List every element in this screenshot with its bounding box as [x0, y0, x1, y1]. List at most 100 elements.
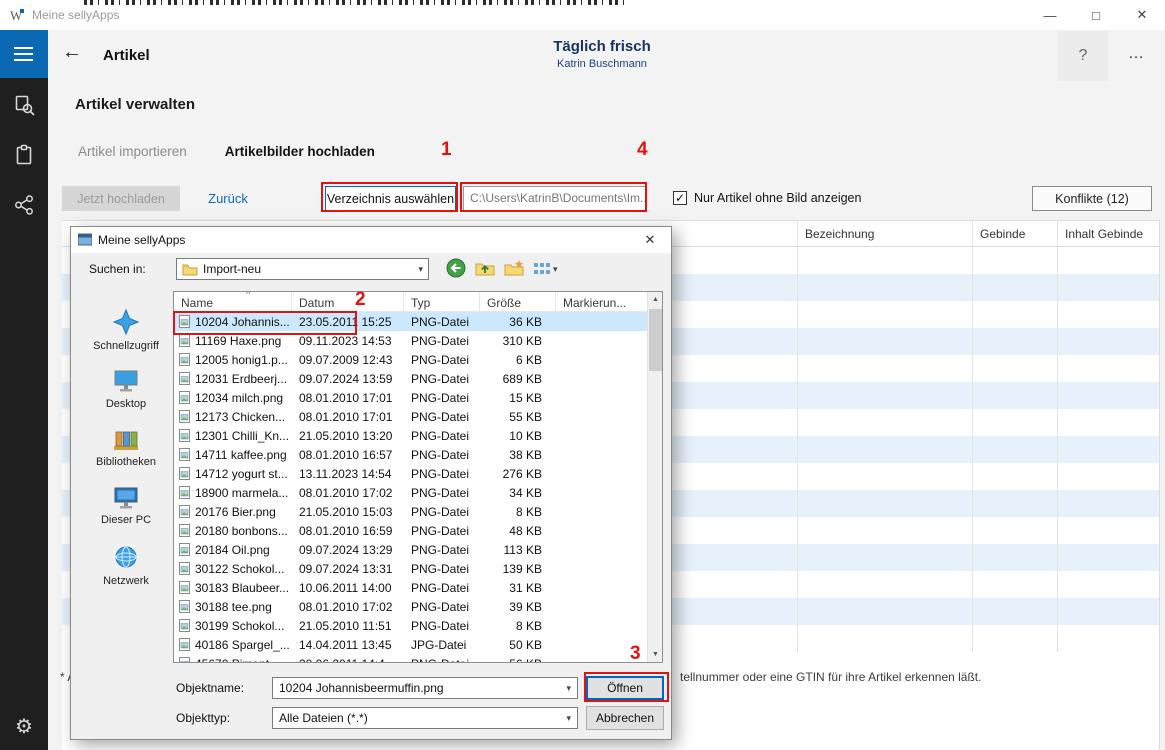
- file-row[interactable]: 40186 Spargel_... 14.04.2011 13:45 JPG-D…: [174, 635, 647, 654]
- file-column-datum[interactable]: Datum: [292, 292, 404, 311]
- file-name: 12173 Chicken...: [195, 410, 285, 424]
- file-column-markierung[interactable]: Markierun...: [556, 292, 647, 311]
- back-circle-icon: [446, 258, 466, 278]
- file-row[interactable]: 12031 Erdbeerj... 09.07.2024 13:59 PNG-D…: [174, 369, 647, 388]
- place-netzwerk[interactable]: Netzwerk: [103, 542, 149, 587]
- file-row[interactable]: 20176 Bier.png 21.05.2010 15:03 PNG-Date…: [174, 502, 647, 521]
- image-file-icon: [178, 352, 191, 367]
- go-back-button[interactable]: [446, 258, 466, 281]
- file-date: 09.11.2023 14:53: [292, 334, 404, 348]
- app-icon: W: [9, 7, 25, 23]
- file-row[interactable]: 11169 Haxe.png 09.11.2023 14:53 PNG-Date…: [174, 331, 647, 350]
- column-divider: [797, 221, 798, 652]
- annotation-number-4: 4: [637, 139, 648, 161]
- scroll-up-icon[interactable]: ▲: [648, 292, 663, 307]
- file-row[interactable]: 14712 yogurt st... 13.11.2023 14:54 PNG-…: [174, 464, 647, 483]
- scrollbar-thumb[interactable]: [649, 309, 662, 371]
- file-row[interactable]: 30188 tee.png 08.01.2010 17:02 PNG-Datei…: [174, 597, 647, 616]
- place-schnellzugriff[interactable]: Schnellzugriff: [93, 307, 159, 352]
- objektname-input[interactable]: 10204 Johannisbeermuffin.png ▾: [272, 677, 578, 699]
- file-list-scrollbar[interactable]: ▲ ▼: [647, 292, 662, 662]
- file-name: 18900 marmela...: [195, 486, 288, 500]
- search-icon: [13, 94, 36, 117]
- settings-button[interactable]: ⚙: [0, 706, 48, 746]
- hamburger-icon: [14, 46, 34, 62]
- objekttyp-select[interactable]: Alle Dateien (*.*) ▾: [272, 707, 578, 729]
- up-one-level-button[interactable]: [475, 259, 495, 279]
- file-row[interactable]: 12173 Chicken... 08.01.2010 17:01 PNG-Da…: [174, 407, 647, 426]
- file-row[interactable]: 45670 Piment... 20.06.2011 14:4... PNG-D…: [174, 654, 647, 662]
- file-column-typ[interactable]: Typ: [404, 292, 480, 311]
- place-desktop[interactable]: Desktop: [106, 368, 146, 410]
- file-type: PNG-Datei: [404, 524, 480, 538]
- file-date: 08.01.2010 17:01: [292, 391, 404, 405]
- file-row[interactable]: 10204 Johannis... 23.05.2011 15:25 PNG-D…: [174, 312, 647, 331]
- column-header-gebinde[interactable]: Gebinde: [980, 227, 1025, 241]
- file-date: 14.04.2011 13:45: [292, 638, 404, 652]
- views-menu-button[interactable]: ▾: [533, 262, 558, 276]
- file-row[interactable]: 30199 Schokol... 21.05.2010 11:51 PNG-Da…: [174, 616, 647, 635]
- file-type: JPG-Datei: [404, 638, 480, 652]
- nav-sidebar: ⚙: [0, 30, 48, 750]
- column-header-bezeichnung[interactable]: Bezeichnung: [805, 227, 874, 241]
- maximize-button[interactable]: □: [1073, 0, 1119, 30]
- file-row[interactable]: 20184 Oil.png 09.07.2024 13:29 PNG-Datei…: [174, 540, 647, 559]
- file-size: 6 KB: [480, 353, 556, 367]
- column-header-inhalt-gebinde[interactable]: Inhalt Gebinde: [1065, 227, 1143, 241]
- image-file-icon: [178, 618, 191, 633]
- file-row[interactable]: 14711 kaffee.png 08.01.2010 16:57 PNG-Da…: [174, 445, 647, 464]
- file-row[interactable]: 12005 honig1.p... 09.07.2009 12:43 PNG-D…: [174, 350, 647, 369]
- place-bibliotheken[interactable]: Bibliotheken: [96, 426, 156, 468]
- choose-directory-button[interactable]: Verzeichnis auswählen: [325, 186, 456, 211]
- conflicts-button[interactable]: Konflikte (12): [1032, 186, 1152, 211]
- sidebar-item-articles[interactable]: [0, 132, 48, 178]
- image-file-icon: [178, 542, 191, 557]
- help-button[interactable]: ?: [1058, 31, 1108, 81]
- window-title: Meine sellyApps: [32, 8, 119, 22]
- back-button[interactable]: ←: [62, 41, 82, 64]
- minimize-button[interactable]: —: [1027, 0, 1073, 30]
- place-dieser-pc[interactable]: Dieser PC: [101, 484, 151, 526]
- file-row[interactable]: 20180 bonbons... 08.01.2010 16:59 PNG-Da…: [174, 521, 647, 540]
- file-row[interactable]: 30183 Blaubeer... 10.06.2011 14:00 PNG-D…: [174, 578, 647, 597]
- file-column-groesse[interactable]: Größe: [480, 292, 556, 311]
- scroll-down-icon[interactable]: ▼: [648, 647, 663, 662]
- tab-artikel-importieren[interactable]: Artikel importieren: [78, 144, 187, 159]
- dialog-close-button[interactable]: ✕: [636, 227, 664, 253]
- sidebar-item-search[interactable]: [0, 82, 48, 128]
- directory-path-field[interactable]: C:\Users\KatrinB\Documents\Im...: [463, 186, 646, 211]
- open-button[interactable]: Öffnen: [586, 676, 664, 700]
- tab-artikelbilder-hochladen[interactable]: Artikelbilder hochladen: [225, 144, 375, 159]
- file-column-name[interactable]: Name^: [174, 292, 292, 311]
- look-in-select[interactable]: Import-neu ▾: [176, 258, 429, 280]
- close-button[interactable]: ✕: [1119, 0, 1165, 30]
- file-row[interactable]: 12301 Chilli_Kn... 21.05.2010 13:20 PNG-…: [174, 426, 647, 445]
- file-size: 34 KB: [480, 486, 556, 500]
- clipboard-icon: [13, 144, 35, 166]
- file-size: 8 KB: [480, 505, 556, 519]
- store-name: Täglich frisch: [382, 38, 822, 55]
- file-date: 13.11.2023 14:54: [292, 467, 404, 481]
- more-menu-button[interactable]: …: [1128, 45, 1144, 63]
- menu-button[interactable]: [0, 30, 48, 78]
- only-without-image-checkbox[interactable]: ✓: [673, 191, 687, 205]
- file-row[interactable]: 12034 milch.png 08.01.2010 17:01 PNG-Dat…: [174, 388, 647, 407]
- file-name: 45670 Piment...: [195, 657, 279, 663]
- new-folder-button[interactable]: [504, 259, 524, 279]
- file-row[interactable]: 18900 marmela... 08.01.2010 17:02 PNG-Da…: [174, 483, 647, 502]
- cancel-button[interactable]: Abbrechen: [586, 706, 664, 730]
- image-file-icon: [178, 428, 191, 443]
- upload-now-button[interactable]: Jetzt hochladen: [62, 186, 180, 211]
- annotation-number-1: 1: [441, 139, 452, 161]
- back-link-button[interactable]: Zurück: [193, 186, 263, 211]
- file-size: 689 KB: [480, 372, 556, 386]
- file-size: 276 KB: [480, 467, 556, 481]
- file-date: 08.01.2010 17:02: [292, 486, 404, 500]
- sidebar-item-share[interactable]: [0, 182, 48, 228]
- file-size: 8 KB: [480, 619, 556, 633]
- objektname-row: Objektname: 10204 Johannisbeermuffin.png…: [176, 676, 664, 700]
- section-heading: Artikel verwalten: [75, 96, 195, 113]
- dialog-body: Schnellzugriff Desktop Bibliotheken Dies…: [79, 291, 663, 663]
- file-row[interactable]: 30122 Schokol... 09.07.2024 13:31 PNG-Da…: [174, 559, 647, 578]
- file-type: PNG-Datei: [404, 505, 480, 519]
